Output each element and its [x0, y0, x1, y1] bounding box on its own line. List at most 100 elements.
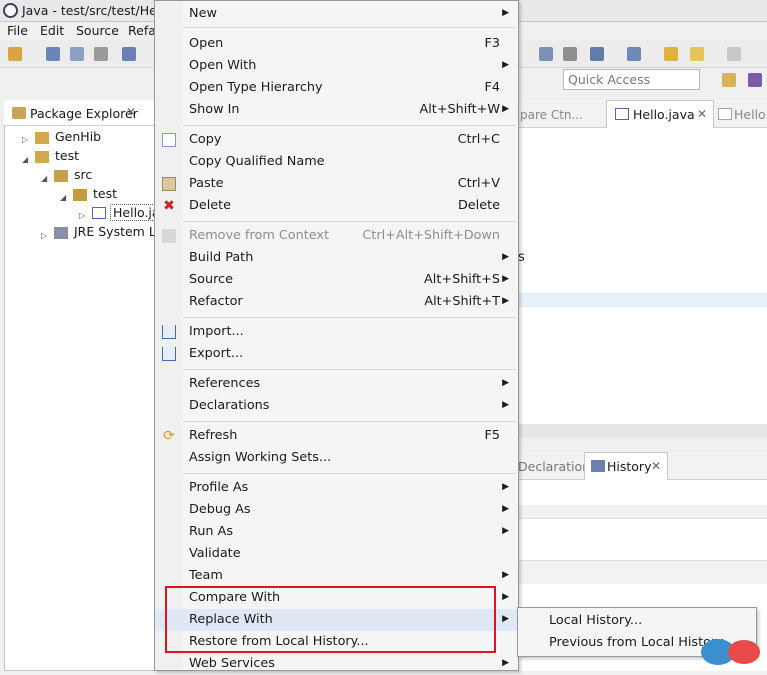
menu-item-references[interactable]: References ▶	[155, 373, 518, 395]
expand-arrow-icon[interactable]: ▷	[79, 211, 85, 220]
menu-item-web-services[interactable]: Web Services ▶	[155, 653, 518, 675]
menu-item-build-path[interactable]: Build Path ▶	[155, 247, 518, 269]
menu-item-debug-as[interactable]: Debug As ▶	[155, 499, 518, 521]
menu-item-show-in[interactable]: Show In Alt+Shift+W ▶	[155, 99, 518, 121]
menu-item-remove-from-context[interactable]: Remove from Context Ctrl+Alt+Shift+Down	[155, 225, 518, 247]
menu-item-shortcut: F3	[484, 36, 500, 51]
current-line-highlight	[518, 293, 767, 307]
collapse-arrow-icon[interactable]: ◢	[60, 193, 66, 202]
menu-item-label: Team	[189, 568, 223, 583]
menu-item-open-with[interactable]: Open With ▶	[155, 55, 518, 77]
watermark-logo	[700, 635, 762, 667]
package-explorer-icon	[12, 107, 26, 119]
java-file-icon	[718, 108, 732, 120]
expand-arrow-icon[interactable]: ▷	[41, 231, 47, 240]
tab-declaration[interactable]: Declaration	[518, 459, 590, 474]
menu-item-open[interactable]: Open F3	[155, 33, 518, 55]
menu-source[interactable]: Source	[76, 23, 119, 38]
tree-item-test[interactable]: test	[55, 148, 79, 163]
toggle-icon[interactable]	[539, 47, 553, 61]
menu-item-label: Remove from Context	[189, 228, 329, 243]
export-icon	[162, 347, 176, 361]
menu-refactor[interactable]: Refa	[128, 23, 156, 38]
submenu-item-label: Local History...	[549, 613, 643, 628]
menu-item-declarations[interactable]: Declarations ▶	[155, 395, 518, 417]
menu-item-delete[interactable]: ✖ Delete Delete	[155, 195, 518, 217]
tab-hello-java-active[interactable]: Hello.java ✕	[606, 100, 714, 128]
new-icon[interactable]	[8, 47, 22, 61]
close-icon[interactable]: ✕	[126, 105, 136, 119]
tab-hello-java[interactable]: Hello.ja	[734, 107, 767, 122]
menu-item-validate[interactable]: Validate	[155, 543, 518, 565]
expand-arrow-icon[interactable]: ▷	[22, 135, 28, 144]
submenu-item-local-history[interactable]: Local History...	[518, 610, 756, 632]
close-icon[interactable]: ✕	[651, 459, 661, 473]
menu-item-shortcut: Ctrl+Alt+Shift+Down	[362, 228, 500, 243]
menu-item-paste[interactable]: Paste Ctrl+V	[155, 173, 518, 195]
save-icon[interactable]	[46, 47, 60, 61]
tab-compare[interactable]: pare Ctn...	[520, 108, 583, 122]
menu-item-label: Declarations	[189, 398, 270, 413]
window-title: Java - test/src/test/Hello	[22, 3, 172, 18]
copy-icon	[162, 133, 176, 147]
menu-item-import[interactable]: Import...	[155, 321, 518, 343]
menu-item-open-type-hierarchy[interactable]: Open Type Hierarchy F4	[155, 77, 518, 99]
editor-text-fragment: s	[518, 250, 525, 265]
tree-item-src[interactable]: src	[74, 167, 92, 182]
menu-item-label: Refactor	[189, 294, 243, 309]
menu-item-shortcut: Alt+Shift+T	[424, 294, 500, 309]
next-annotation-icon[interactable]	[590, 47, 604, 61]
back-icon[interactable]	[690, 47, 704, 61]
editor-scrollbar[interactable]	[518, 424, 767, 438]
menu-item-copy[interactable]: Copy Ctrl+C	[155, 129, 518, 151]
editor-area	[518, 100, 767, 430]
menu-file[interactable]: File	[7, 23, 28, 38]
block-icon[interactable]	[563, 47, 577, 61]
bottom-view-tabs: Declaration History ✕	[518, 452, 767, 480]
collapse-arrow-icon[interactable]: ◢	[22, 155, 28, 164]
submenu-arrow-icon: ▶	[502, 614, 509, 624]
last-edit-icon[interactable]	[664, 47, 678, 61]
tab-history-active[interactable]: History ✕	[584, 452, 668, 480]
menu-item-export[interactable]: Export...	[155, 343, 518, 365]
menu-item-label: Assign Working Sets...	[189, 450, 332, 465]
menu-item-label: Build Path	[189, 250, 254, 265]
submenu-arrow-icon: ▶	[502, 658, 509, 668]
open-perspective-icon[interactable]	[722, 73, 736, 87]
delete-icon: ✖	[163, 198, 175, 214]
editor-tabs: pare Ctn... Hello.java ✕ Hello.ja	[518, 100, 767, 128]
menu-item-run-as[interactable]: Run As ▶	[155, 521, 518, 543]
close-icon[interactable]: ✕	[697, 107, 707, 121]
print-icon[interactable]	[94, 47, 108, 61]
menu-item-profile-as[interactable]: Profile As ▶	[155, 477, 518, 499]
debug-icon[interactable]	[122, 47, 136, 61]
menu-item-team[interactable]: Team ▶	[155, 565, 518, 587]
menu-item-label: Import...	[189, 324, 244, 339]
menu-separator	[183, 421, 516, 422]
menu-edit[interactable]: Edit	[40, 23, 64, 38]
java-perspective-icon[interactable]	[748, 73, 762, 87]
menu-separator	[183, 221, 516, 222]
collapse-arrow-icon[interactable]: ◢	[41, 174, 47, 183]
menu-separator	[183, 473, 516, 474]
menu-item-label: Paste	[189, 176, 224, 191]
menu-item-copy-qualified-name[interactable]: Copy Qualified Name	[155, 151, 518, 173]
quick-access-input[interactable]: Quick Access	[563, 69, 700, 90]
tree-item-genhib[interactable]: GenHib	[55, 129, 101, 144]
menu-item-refresh[interactable]: ⟳ Refresh F5	[155, 425, 518, 447]
menu-item-source[interactable]: Source Alt+Shift+S ▶	[155, 269, 518, 291]
submenu-arrow-icon: ▶	[502, 526, 509, 536]
import-icon	[162, 325, 176, 339]
forward-icon[interactable]	[727, 47, 741, 61]
menu-item-refactor[interactable]: Refactor Alt+Shift+T ▶	[155, 291, 518, 313]
prev-annotation-icon[interactable]	[627, 47, 641, 61]
submenu-arrow-icon: ▶	[502, 274, 509, 284]
menu-item-shortcut: Delete	[457, 198, 500, 213]
menu-item-label: Show In	[189, 102, 240, 117]
menu-item-new[interactable]: New ▶	[155, 3, 518, 25]
submenu-item-label: Previous from Local History	[549, 635, 724, 650]
save-all-icon[interactable]	[70, 47, 84, 61]
package-explorer-tab[interactable]: Package Explorer ✕	[4, 100, 156, 126]
tree-item-package-test[interactable]: test	[93, 186, 117, 201]
menu-item-assign-working-sets[interactable]: Assign Working Sets...	[155, 447, 518, 469]
